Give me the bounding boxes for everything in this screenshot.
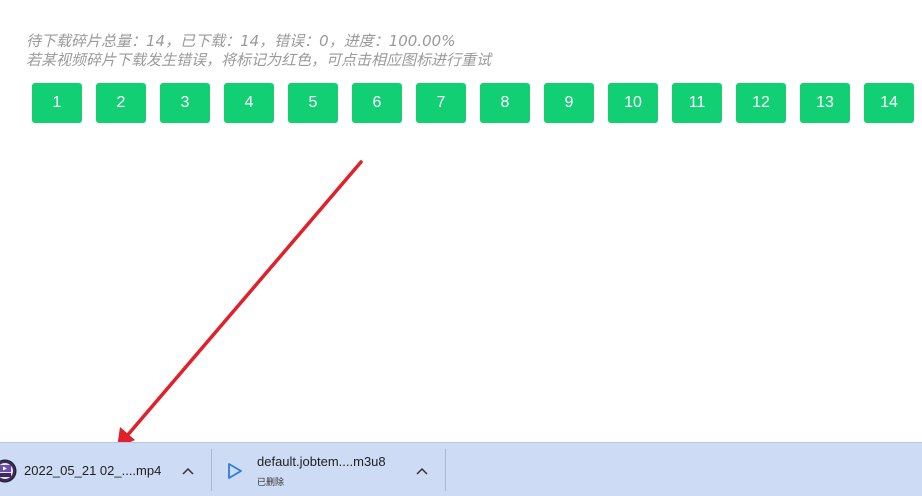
segment-button-1[interactable]: 1 — [32, 83, 82, 123]
mp4-file-icon — [0, 459, 17, 483]
download-bar: 2022_05_21 02_....mp4 default.jobtem....… — [0, 442, 922, 496]
segment-button-12[interactable]: 12 — [736, 83, 786, 123]
chevron-up-icon[interactable] — [412, 461, 432, 481]
download-file-name: default.jobtem....m3u8 — [257, 454, 386, 469]
download-item-m3u8[interactable]: default.jobtem....m3u8 已删除 — [212, 443, 444, 496]
chevron-up-icon[interactable] — [178, 461, 198, 481]
annotation-arrow — [117, 160, 363, 448]
download-status: 已删除 — [257, 478, 285, 488]
segment-list: 1 2 3 4 5 6 7 8 9 10 11 12 13 14 — [32, 83, 922, 123]
progress-info: 待下载碎片总量：14，已下载：14，错误：0，进度：100.00% 若某视频碎片… — [26, 32, 491, 70]
segment-button-10[interactable]: 10 — [608, 83, 658, 123]
segment-button-14[interactable]: 14 — [864, 83, 914, 123]
download-file-name: 2022_05_21 02_....mp4 — [24, 463, 162, 478]
progress-summary: 待下载碎片总量：14，已下载：14，错误：0，进度：100.00% — [26, 32, 456, 50]
segment-button-6[interactable]: 6 — [352, 83, 402, 123]
segment-button-11[interactable]: 11 — [672, 83, 722, 123]
play-icon — [228, 463, 242, 479]
page: 待下载碎片总量：14，已下载：14，错误：0，进度：100.00% 若某视频碎片… — [0, 0, 922, 496]
annotation-arrow-line — [124, 160, 363, 439]
download-separator — [445, 449, 446, 491]
segment-button-9[interactable]: 9 — [544, 83, 594, 123]
segment-button-5[interactable]: 5 — [288, 83, 338, 123]
download-item-mp4[interactable]: 2022_05_21 02_....mp4 — [0, 443, 210, 496]
segment-button-4[interactable]: 4 — [224, 83, 274, 123]
progress-hint: 若某视频碎片下载发生错误，将标记为红色，可点击相应图标进行重试 — [26, 51, 492, 69]
segment-button-13[interactable]: 13 — [800, 83, 850, 123]
segment-button-3[interactable]: 3 — [160, 83, 210, 123]
segment-button-8[interactable]: 8 — [480, 83, 530, 123]
segment-button-7[interactable]: 7 — [416, 83, 466, 123]
segment-button-2[interactable]: 2 — [96, 83, 146, 123]
